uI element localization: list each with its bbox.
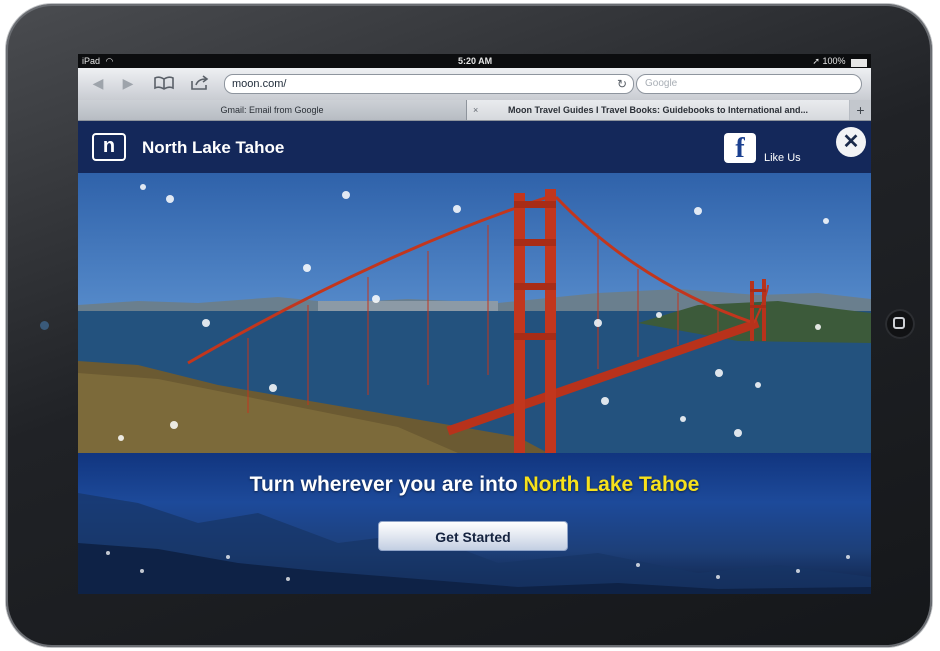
close-icon[interactable]: ✕ [836, 127, 866, 157]
page-title: North Lake Tahoe [142, 138, 285, 157]
battery-percent: 100% [822, 56, 846, 66]
tagline-accent: North Lake Tahoe [523, 473, 700, 496]
reload-icon[interactable]: ↻ [617, 75, 627, 93]
hero-image [78, 173, 871, 453]
front-camera [40, 321, 49, 330]
bookmarks-icon[interactable] [152, 75, 176, 91]
cta-panel: Turn wherever you are into North Lake Ta… [78, 453, 871, 594]
facebook-icon[interactable]: f [724, 133, 756, 164]
moon-logo: n [92, 133, 126, 161]
home-button-icon [893, 317, 905, 329]
battery-icon [851, 59, 867, 67]
tab-bar: Gmail: Email from Google × Moon Travel G… [78, 100, 871, 121]
screen: iPad ◠ 5:20 AM ➚ 100% ◀ ▶ moon.com/ ↻ Go… [78, 54, 871, 594]
golden-gate-illustration [78, 184, 871, 453]
new-tab-button[interactable]: + [850, 100, 871, 120]
tab-moon-label: Moon Travel Guides I Travel Books: Guide… [507, 105, 809, 115]
share-icon[interactable] [188, 75, 212, 91]
get-started-button[interactable]: Get Started [378, 521, 568, 551]
browser-toolbar: ◀ ▶ moon.com/ ↻ Google [78, 68, 871, 101]
tab-close-icon[interactable]: × [473, 100, 478, 120]
tagline: Turn wherever you are into North Lake Ta… [78, 473, 871, 497]
address-bar[interactable]: moon.com/ ↻ [224, 74, 634, 94]
status-bar: iPad ◠ 5:20 AM ➚ 100% [78, 54, 871, 68]
location-icon: ➚ [812, 56, 820, 66]
status-time: 5:20 AM [458, 56, 493, 66]
forward-icon[interactable]: ▶ [118, 75, 138, 91]
tab-gmail[interactable]: Gmail: Email from Google [78, 100, 467, 120]
device-name: iPad [82, 56, 101, 66]
back-icon[interactable]: ◀ [88, 75, 108, 91]
like-us-link[interactable]: Like Us [764, 152, 801, 164]
web-page: n North Lake Tahoe f Like Us ✕ Turn wher… [78, 121, 871, 594]
tab-moon[interactable]: × Moon Travel Guides I Travel Books: Gui… [467, 100, 849, 120]
wifi-icon: ◠ [105, 56, 114, 66]
search-field[interactable]: Google [636, 74, 862, 94]
tagline-text: Turn wherever you are into [249, 473, 524, 496]
address-text: moon.com/ [232, 78, 287, 90]
page-header: n North Lake Tahoe f Like Us ✕ [78, 121, 871, 173]
